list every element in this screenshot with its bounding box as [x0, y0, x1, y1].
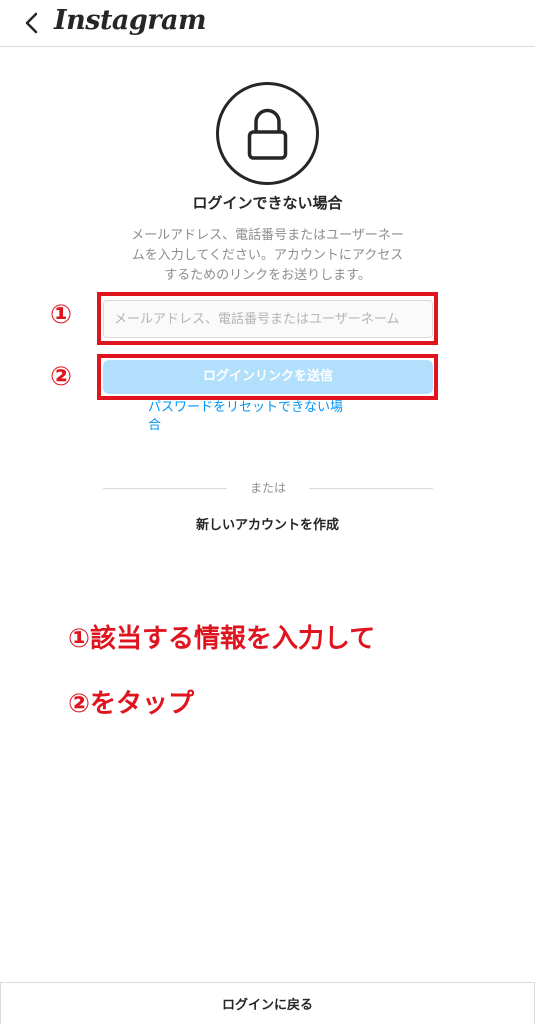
- description: メールアドレス、電話番号またはユーザーネー ムを入力してください。アカウントにア…: [100, 226, 435, 286]
- annotation-box-1: [97, 292, 438, 345]
- instruction-step-2: ②をタップ: [68, 689, 195, 719]
- instruction-step-1: ①該当する情報を入力して: [68, 624, 376, 654]
- lock-icon-circle: [216, 82, 319, 185]
- back-button[interactable]: [18, 8, 48, 38]
- description-line: メールアドレス、電話番号またはユーザーネー: [131, 228, 404, 243]
- create-account-link[interactable]: 新しいアカウントを作成: [0, 514, 535, 533]
- app-header: Instagram: [0, 0, 535, 47]
- annotation-number-1: ①: [50, 300, 73, 330]
- lock-icon: [247, 108, 288, 160]
- description-line: ムを入力してください。アカウントにアクセス: [131, 248, 404, 263]
- reset-link-line: パスワードをリセットできない場: [148, 400, 344, 415]
- description-line: するためのリンクをお送りします。: [164, 268, 371, 283]
- chevron-left-icon: [25, 12, 38, 34]
- page-title: ログインできない場合: [192, 194, 343, 212]
- instagram-logo: Instagram: [54, 5, 207, 36]
- divider-line: [309, 488, 433, 489]
- reset-password-link[interactable]: パスワードをリセットできない場 合: [148, 399, 383, 435]
- back-to-login-button[interactable]: ログインに戻る: [0, 982, 535, 1024]
- annotation-box-2: [97, 354, 438, 400]
- annotation-number-2: ②: [50, 362, 73, 392]
- reset-link-line: 合: [148, 418, 162, 433]
- or-divider: または: [103, 479, 433, 497]
